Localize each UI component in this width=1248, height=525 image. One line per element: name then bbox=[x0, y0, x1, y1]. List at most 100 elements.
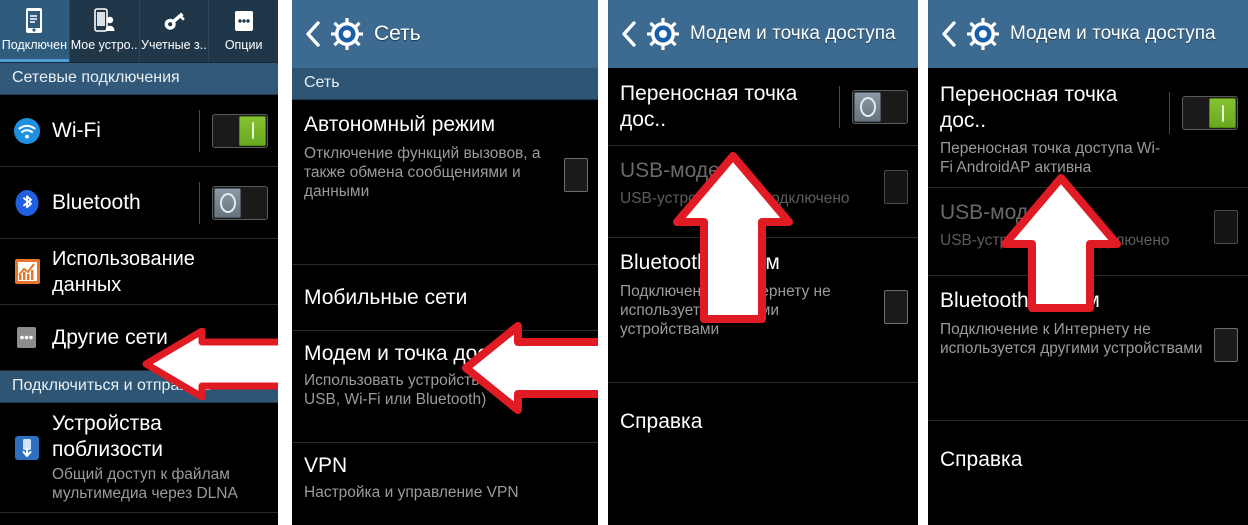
settings-gear-icon bbox=[964, 15, 1002, 53]
bluetooth-icon bbox=[12, 188, 42, 218]
my-device-icon bbox=[91, 5, 117, 37]
tab-my-device-label: Мое устро.. bbox=[70, 38, 138, 52]
tab-options[interactable]: Опции bbox=[209, 0, 278, 62]
back-chevron-icon[interactable] bbox=[302, 17, 324, 51]
list-item-vpn-sub: Настройка и управление VPN bbox=[304, 484, 519, 501]
bluetooth-toggle-wrap[interactable] bbox=[199, 181, 268, 224]
bluetooth-toggle[interactable] bbox=[212, 185, 268, 220]
list-item-nearby-devices-text: Устройства поблизости Общий доступ к фай… bbox=[52, 411, 268, 503]
list-item-usb-tethering-off-sub: USB-устройство не подключено bbox=[620, 190, 850, 207]
list-item-data-usage-text: Использование данных bbox=[52, 246, 268, 298]
divider bbox=[199, 181, 200, 224]
section-header-network-connections: Сетевые подключения bbox=[0, 63, 278, 95]
list-item-portable-hotspot-off[interactable]: Переносная точка дос.. bbox=[608, 68, 918, 146]
list-item-help-on-title: Справка bbox=[940, 448, 1023, 471]
tethering-title-bar-off: Модем и точка доступа bbox=[608, 0, 918, 68]
network-list: Автономный режим Отключение функций вызо… bbox=[292, 100, 598, 525]
list-item-bluetooth-tethering-on-sub: Подключение к Интернету не используется … bbox=[940, 321, 1203, 357]
list-item-tethering-sub: Использовать устройство как м (через USB… bbox=[304, 372, 580, 408]
list-item-portable-hotspot-on-title: Переносная точка дос.. bbox=[940, 83, 1118, 132]
settings-gear-icon bbox=[328, 15, 366, 53]
list-item-nearby-devices-sub: Общий доступ к файлам мультимедиа через … bbox=[52, 466, 238, 502]
list-item-portable-hotspot-on[interactable]: Переносная точка дос.. Переносная точка … bbox=[928, 68, 1248, 188]
list-item-portable-hotspot-on-sub: Переносная точка доступа Wi-Fi AndroidAP… bbox=[940, 140, 1161, 176]
settings-tab-bar: Подключен Мое устро.. Учетные з.. Опции bbox=[0, 0, 278, 63]
list-item-mobile-networks-title: Мобильные сети bbox=[304, 285, 468, 309]
list-item-data-usage[interactable]: Использование данных bbox=[0, 239, 278, 305]
list-item-airplane-mode-title: Автономный режим bbox=[304, 113, 496, 136]
tab-options-label: Опции bbox=[224, 38, 263, 52]
list-item-help-on[interactable]: Справка bbox=[928, 421, 1248, 506]
list-item-bluetooth-tethering-off-text: Bluetooth-модем Подключение к Интернету … bbox=[620, 250, 874, 339]
list-item-mobile-networks[interactable]: Мобильные сети bbox=[292, 265, 598, 331]
list-item-other-networks-title: Другие сети bbox=[52, 325, 168, 349]
list-item-usb-tethering-off-text: USB-модем USB-устройство не подключено bbox=[620, 158, 874, 208]
tethering-page-title-off: Модем и точка доступа bbox=[690, 23, 896, 44]
section-header-connect-and-send: Подключиться и отправить bbox=[0, 371, 278, 403]
data-usage-icon bbox=[12, 257, 42, 287]
list-item-portable-hotspot-on-text: Переносная точка дос.. Переносная точка … bbox=[940, 82, 1161, 177]
list-item-airplane-mode[interactable]: Автономный режим Отключение функций вызо… bbox=[292, 100, 598, 265]
more-networks-icon bbox=[12, 323, 42, 353]
usb-tethering-checkbox-on[interactable] bbox=[1214, 210, 1238, 244]
list-item-wifi[interactable]: Wi-Fi bbox=[0, 95, 278, 167]
portable-hotspot-toggle-wrap-on[interactable] bbox=[1169, 92, 1238, 134]
bluetooth-tethering-checkbox-off[interactable] bbox=[884, 290, 908, 324]
wifi-icon bbox=[12, 116, 42, 146]
wifi-toggle-wrap[interactable] bbox=[199, 109, 268, 152]
tab-connections-label: Подключен bbox=[1, 38, 68, 52]
list-item-tethering[interactable]: Модем и точка доступа Использовать устро… bbox=[292, 331, 598, 443]
phone-panel-connections: Подключен Мое устро.. Учетные з.. Опции … bbox=[0, 0, 278, 525]
toggle-knob bbox=[239, 115, 266, 146]
list-item-nearby-devices-title: Устройства поблизости bbox=[52, 412, 164, 461]
portable-hotspot-toggle-wrap-off[interactable] bbox=[839, 85, 908, 128]
list-item-bluetooth-tethering-on[interactable]: Bluetooth-модем Подключение к Интернету … bbox=[928, 276, 1248, 421]
portable-hotspot-toggle-on[interactable] bbox=[1182, 96, 1238, 130]
list-item-vpn[interactable]: VPN Настройка и управление VPN bbox=[292, 443, 598, 525]
list-item-wifi-title: Wi-Fi bbox=[52, 118, 101, 142]
list-item-help-off-text: Справка bbox=[620, 409, 908, 435]
panel-gap-2 bbox=[598, 0, 608, 525]
network-page-title: Сеть bbox=[374, 22, 421, 45]
divider bbox=[1169, 92, 1170, 134]
back-chevron-icon[interactable] bbox=[618, 17, 640, 51]
list-item-usb-tethering-off[interactable]: USB-модем USB-устройство не подключено bbox=[608, 146, 918, 238]
list-item-usb-tethering-on[interactable]: USB-модем USB-устройство не подключено bbox=[928, 188, 1248, 276]
list-item-usb-tethering-on-title: USB-модем bbox=[940, 201, 1055, 224]
tab-connections[interactable]: Подключен bbox=[0, 0, 70, 62]
list-item-bluetooth-tethering-off[interactable]: Bluetooth-модем Подключение к Интернету … bbox=[608, 238, 918, 383]
divider bbox=[199, 109, 200, 152]
usb-tethering-checkbox-off[interactable] bbox=[884, 170, 908, 204]
screenshot-board: Подключен Мое устро.. Учетные з.. Опции … bbox=[0, 0, 1248, 525]
phone-panel-network: Сеть Сеть Автономный режим Отключение фу… bbox=[292, 0, 598, 525]
connections-icon bbox=[21, 5, 47, 37]
wifi-toggle[interactable] bbox=[212, 113, 268, 148]
connections-list: Wi-Fi Bluetooth Использование данных Дру… bbox=[0, 95, 278, 371]
bluetooth-tethering-checkbox-on[interactable] bbox=[1214, 328, 1238, 362]
back-chevron-icon[interactable] bbox=[938, 17, 960, 51]
tethering-list-off: Переносная точка дос.. USB-модем USB-уст… bbox=[608, 68, 918, 468]
phone-panel-tethering-off: Модем и точка доступа Переносная точка д… bbox=[608, 0, 918, 525]
section-header-network: Сеть bbox=[292, 68, 598, 100]
list-item-other-networks[interactable]: Другие сети bbox=[0, 305, 278, 371]
list-item-help-off[interactable]: Справка bbox=[608, 383, 918, 468]
list-item-usb-tethering-on-sub: USB-устройство не подключено bbox=[940, 232, 1170, 249]
toggle-knob bbox=[854, 91, 881, 122]
tab-accounts[interactable]: Учетные з.. bbox=[140, 0, 210, 62]
list-item-bluetooth-tethering-on-text: Bluetooth-модем Подключение к Интернету … bbox=[940, 288, 1204, 358]
list-item-other-networks-text: Другие сети bbox=[52, 325, 268, 351]
list-item-bluetooth[interactable]: Bluetooth bbox=[0, 167, 278, 239]
tab-my-device[interactable]: Мое устро.. bbox=[70, 0, 140, 62]
list-item-vpn-title: VPN bbox=[304, 454, 348, 477]
list-item-help-off-title: Справка bbox=[620, 410, 703, 433]
airplane-mode-checkbox[interactable] bbox=[564, 158, 588, 192]
list-item-airplane-mode-text: Автономный режим Отключение функций вызо… bbox=[304, 112, 554, 201]
panel-gap-3 bbox=[918, 0, 928, 525]
panel-gap-1 bbox=[278, 0, 292, 525]
tab-accounts-label: Учетные з.. bbox=[141, 38, 207, 52]
list-item-tethering-text: Модем и точка доступа Использовать устро… bbox=[304, 341, 588, 409]
list-item-nearby-devices[interactable]: Устройства поблизости Общий доступ к фай… bbox=[0, 403, 278, 513]
portable-hotspot-toggle-off[interactable] bbox=[852, 89, 908, 124]
list-item-wifi-text: Wi-Fi bbox=[52, 118, 191, 144]
toggle-knob bbox=[214, 187, 241, 218]
